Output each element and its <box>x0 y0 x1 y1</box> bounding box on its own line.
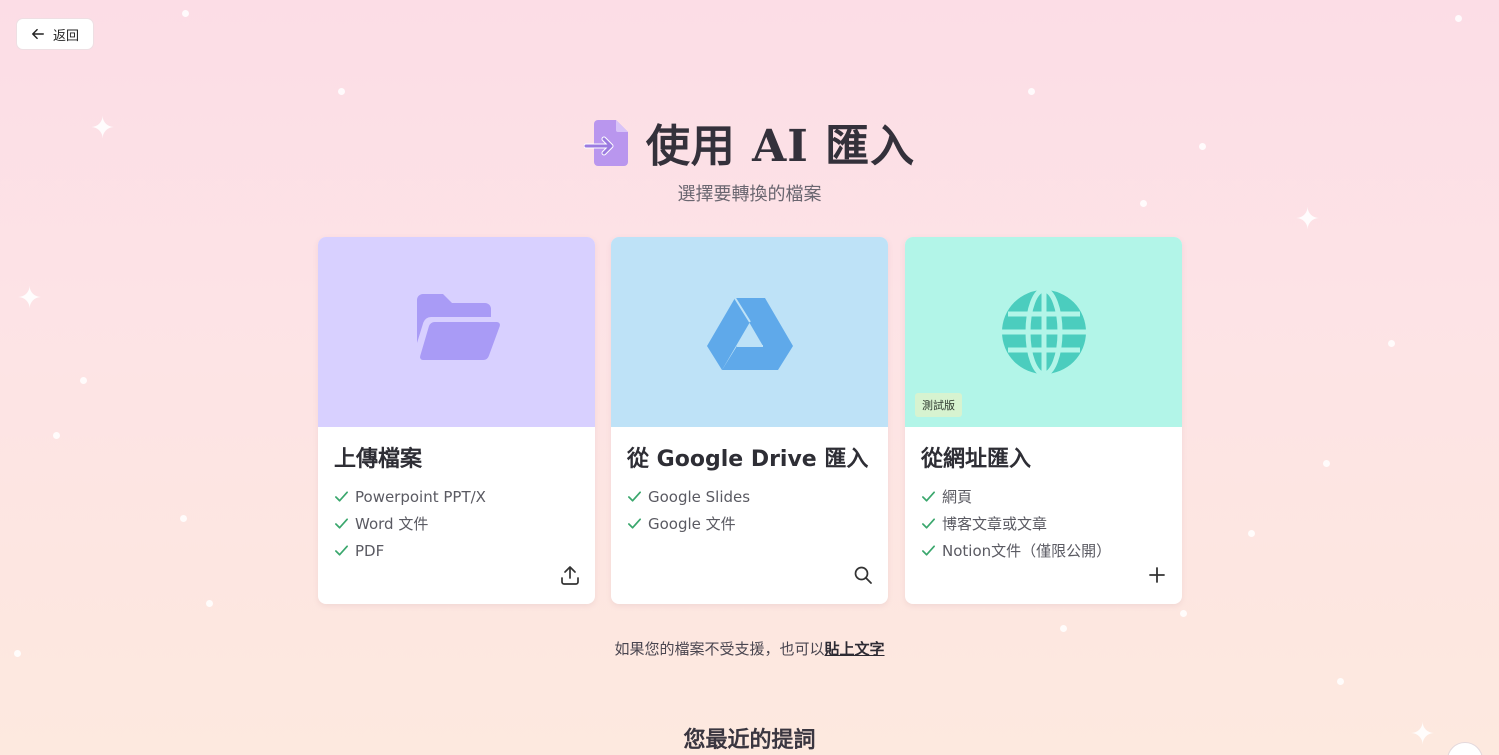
globe-icon <box>1001 287 1086 377</box>
back-label: 返回 <box>52 28 79 44</box>
list-item: 網頁 <box>921 483 1166 510</box>
upload-icon[interactable] <box>559 564 581 586</box>
check-icon <box>628 518 641 529</box>
list-item: Google Slides <box>627 483 872 510</box>
card-title: 從 Google Drive 匯入 <box>627 447 869 472</box>
page-title: 使用 AI 匯入 <box>645 121 916 172</box>
paste-text-link[interactable]: 貼上文字 <box>825 640 885 658</box>
upload-file-card[interactable]: 上傳檔案 Powerpoint PPT/X Word 文件 PDF <box>318 237 595 604</box>
plus-icon[interactable] <box>1146 564 1168 586</box>
note-text: 如果您的檔案不受支援，也可以 <box>614 640 825 658</box>
unsupported-note: 如果您的檔案不受支援，也可以貼上文字 <box>0 638 1499 659</box>
list-item-label: Google Slides <box>648 487 751 506</box>
card-art <box>318 237 595 427</box>
check-icon <box>922 545 935 556</box>
page-header: 使用 AI 匯入 <box>0 110 1499 174</box>
google-drive-card[interactable]: 從 Google Drive 匯入 Google Slides Google 文… <box>611 237 888 604</box>
list-item-label: Notion文件（僅限公開） <box>942 542 1112 560</box>
card-title: 從網址匯入 <box>921 447 1032 472</box>
list-item: 博客文章或文章 <box>921 510 1166 537</box>
folder-icon <box>416 294 500 360</box>
import-from-url-card[interactable]: 測試版 從網址匯入 網頁 博客文章或文章 Notion文件（僅限公開） <box>905 237 1182 604</box>
check-icon <box>922 491 935 502</box>
list-item: PDF <box>334 537 579 564</box>
check-icon <box>335 518 348 529</box>
check-icon <box>335 491 348 502</box>
search-icon[interactable] <box>852 564 874 586</box>
list-item: Powerpoint PPT/X <box>334 483 579 510</box>
list-item-label: Powerpoint PPT/X <box>355 487 486 506</box>
page-subtitle: 選擇要轉換的檔案 <box>677 184 822 205</box>
recent-prompts-heading: 您最近的提詞 <box>683 728 816 753</box>
list-item: Word 文件 <box>334 510 579 537</box>
check-icon <box>922 518 935 529</box>
check-icon <box>628 491 641 502</box>
list-item-label: Google 文件 <box>648 515 736 533</box>
list-item-label: Word 文件 <box>355 515 429 533</box>
card-art <box>611 237 888 427</box>
list-item-label: 博客文章或文章 <box>942 515 1048 533</box>
google-drive-icon <box>706 286 793 378</box>
card-title: 上傳檔案 <box>334 447 423 472</box>
check-icon <box>335 545 348 556</box>
list-item: Notion文件（僅限公開） <box>921 537 1166 564</box>
card-art: 測試版 <box>905 237 1182 427</box>
list-item-label: PDF <box>355 541 385 560</box>
list-item: Google 文件 <box>627 510 872 537</box>
back-button[interactable]: 返回 <box>16 18 94 50</box>
list-item-label: 網頁 <box>942 488 973 506</box>
beta-badge: 測試版 <box>915 393 962 417</box>
file-import-icon <box>583 120 628 166</box>
arrow-left-icon <box>32 28 44 40</box>
